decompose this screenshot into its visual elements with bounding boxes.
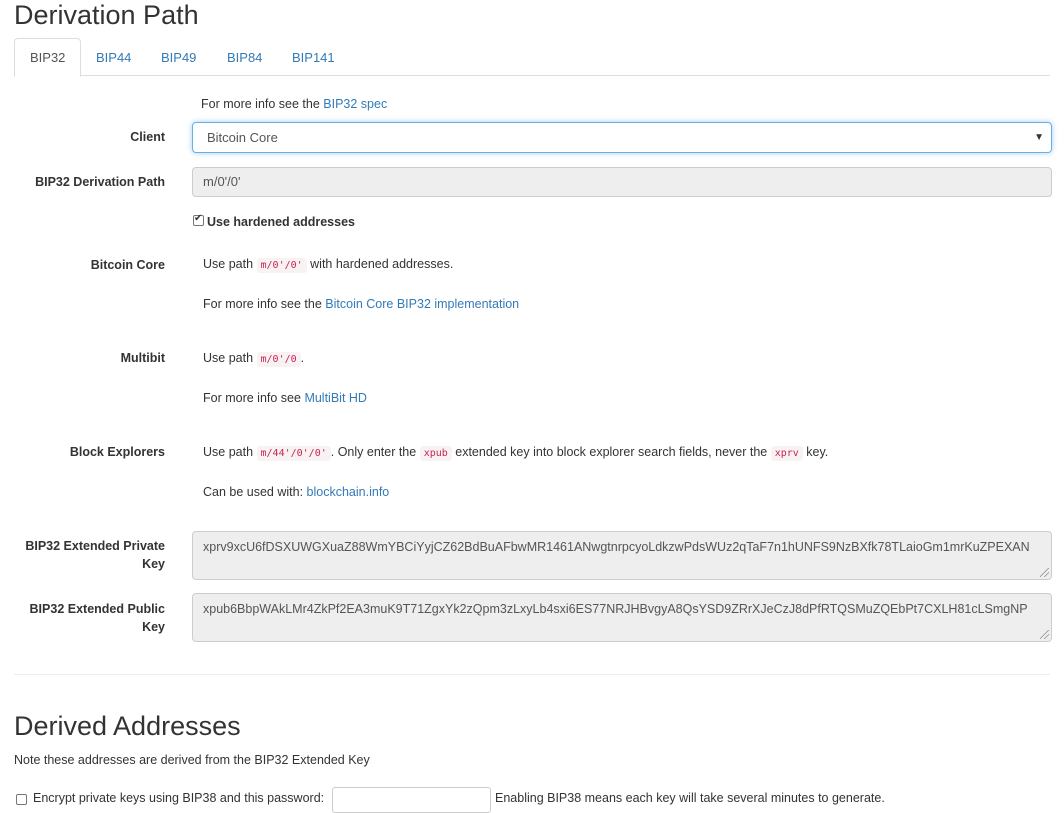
bip38-note: Enabling BIP38 means each key will take … bbox=[495, 791, 885, 805]
multibit-path-code: m/0'/0 bbox=[256, 352, 301, 367]
hardened-checkbox[interactable] bbox=[193, 213, 204, 226]
bitcoin-core-path-code: m/0'/0' bbox=[256, 258, 307, 273]
chevron-down-icon: ▼ bbox=[1034, 132, 1044, 143]
ext-public-label-line2: Key bbox=[142, 620, 165, 634]
multibit-info: For more info see MultiBit HD bbox=[203, 389, 367, 407]
derived-addresses-note: Note these addresses are derived from th… bbox=[14, 753, 370, 767]
bitcoin-core-info-prefix: For more info see the bbox=[203, 297, 326, 311]
client-select-value: Bitcoin Core bbox=[207, 130, 278, 145]
blockchain-info-link[interactable]: blockchain.info bbox=[307, 485, 390, 499]
bitcoin-core-use-path: Use path bbox=[203, 257, 257, 271]
client-label: Client bbox=[130, 130, 165, 144]
derivation-tabs: BIP32 BIP44 BIP49 BIP84 BIP141 bbox=[14, 38, 1050, 77]
bip32-spec-link[interactable]: BIP32 spec bbox=[323, 97, 387, 111]
hardened-label[interactable]: Use hardened addresses bbox=[207, 213, 355, 231]
xprv-code: xprv bbox=[770, 446, 803, 461]
block-explorers-used: Can be used with: blockchain.info bbox=[203, 483, 389, 501]
bip38-password-input[interactable] bbox=[332, 787, 491, 813]
block-explorers-desc: Use path m/44'/0'/0'. Only enter the xpu… bbox=[203, 443, 828, 463]
bitcoin-core-desc: Use path m/0'/0' with hardened addresses… bbox=[203, 255, 453, 275]
derivation-path-label: BIP32 Derivation Path bbox=[35, 175, 165, 189]
ext-private-label: BIP32 Extended Private Key bbox=[10, 537, 165, 573]
block-explorers-use-path: Use path bbox=[203, 445, 257, 459]
bip38-label[interactable]: Encrypt private keys using BIP38 and thi… bbox=[33, 789, 324, 807]
multibit-suffix: . bbox=[300, 351, 305, 365]
multibit-label: Multibit bbox=[120, 351, 165, 365]
client-select[interactable]: Bitcoin Core ▼ bbox=[192, 122, 1052, 153]
ext-public-label-line1: BIP32 Extended Public bbox=[29, 602, 165, 616]
tab-bip84[interactable]: BIP84 bbox=[211, 38, 278, 76]
tab-bip49[interactable]: BIP49 bbox=[145, 38, 212, 76]
bitcoin-core-bip32-link[interactable]: Bitcoin Core BIP32 implementation bbox=[325, 297, 519, 311]
tab-bip32[interactable]: BIP32 bbox=[14, 38, 82, 77]
ext-private-key-value: xprv9xcU6fDSXUWGXuaZ88WmYBCiYyjCZ62BdBuA… bbox=[203, 540, 1030, 554]
block-explorers-label: Block Explorers bbox=[69, 445, 165, 459]
multibit-info-prefix: For more info see bbox=[203, 391, 305, 405]
tab-bip44[interactable]: BIP44 bbox=[80, 38, 147, 76]
bitcoin-core-label: Bitcoin Core bbox=[90, 258, 165, 272]
multibit-desc: Use path m/0'/0. bbox=[203, 349, 304, 369]
ext-public-label: BIP32 Extended Public Key bbox=[10, 600, 165, 636]
ext-private-label-line1: BIP32 Extended Private bbox=[25, 539, 165, 553]
ext-public-key-value: xpub6BbpWAkLMr4ZkPf2EA3muK9T71ZgxYk2zQpm… bbox=[203, 602, 1028, 616]
ext-public-key-textarea[interactable]: xpub6BbpWAkLMr4ZkPf2EA3muK9T71ZgxYk2zQpm… bbox=[192, 593, 1052, 642]
block-explorers-end: key. bbox=[802, 445, 829, 459]
bitcoin-core-info: For more info see the Bitcoin Core BIP32… bbox=[203, 295, 519, 313]
bitcoin-core-suffix: with hardened addresses. bbox=[306, 257, 454, 271]
multibit-use-path: Use path bbox=[203, 351, 257, 365]
bip32-info-prefix: For more info see the bbox=[201, 97, 324, 111]
section-divider bbox=[14, 674, 1050, 675]
block-explorers-mid2: extended key into block explorer search … bbox=[451, 445, 771, 459]
multibit-hd-link[interactable]: MultiBit HD bbox=[304, 391, 367, 405]
tab-bip141[interactable]: BIP141 bbox=[276, 38, 351, 76]
resize-grip-icon[interactable] bbox=[1040, 630, 1049, 639]
page-title: Derivation Path bbox=[14, 0, 199, 30]
derivation-path-input[interactable]: m/0'/0' bbox=[192, 167, 1052, 197]
block-explorers-path-code: m/44'/0'/0' bbox=[256, 446, 331, 461]
xpub-code: xpub bbox=[419, 446, 452, 461]
ext-private-label-line2: Key bbox=[142, 557, 165, 571]
ext-private-key-textarea[interactable]: xprv9xcU6fDSXUWGXuaZ88WmYBCiYyjCZ62BdBuA… bbox=[192, 531, 1052, 580]
derived-addresses-title: Derived Addresses bbox=[14, 711, 241, 741]
block-explorers-mid1: . Only enter the bbox=[330, 445, 420, 459]
block-explorers-used-prefix: Can be used with: bbox=[203, 485, 307, 499]
resize-grip-icon[interactable] bbox=[1040, 568, 1049, 577]
bip32-info: For more info see the BIP32 spec bbox=[201, 95, 387, 113]
